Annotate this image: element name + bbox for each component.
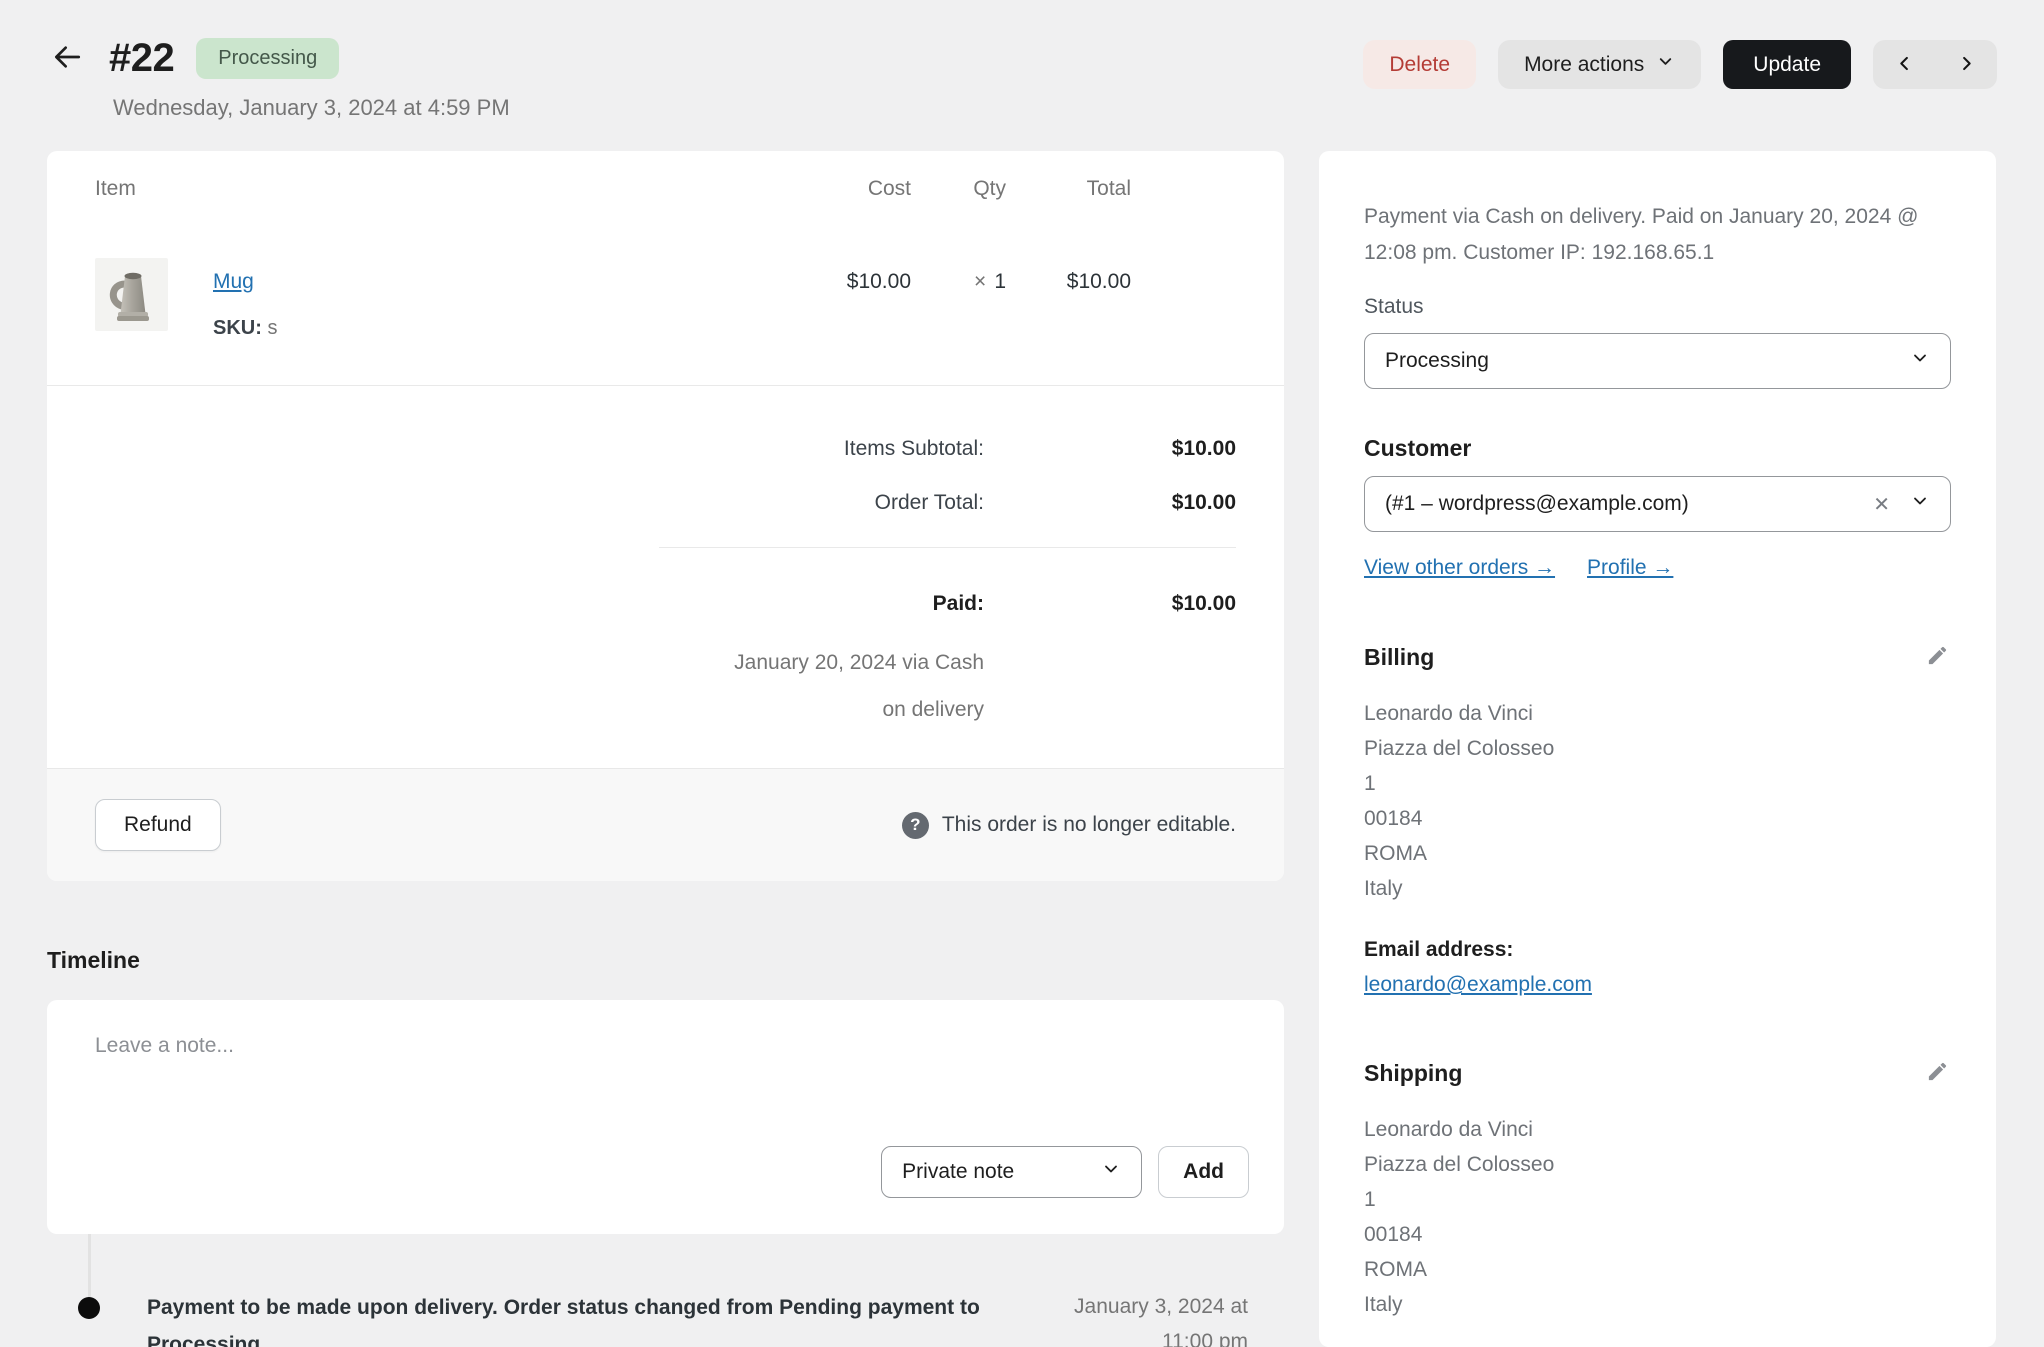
payment-summary: Payment via Cash on delivery. Paid on Ja…	[1364, 199, 1951, 271]
table-row: Mug SKU: s $10.00 ×1 $10.00	[47, 258, 1284, 340]
product-name-link[interactable]: Mug	[213, 270, 254, 293]
line-items-card: Item Cost Qty Total	[47, 151, 1284, 881]
order-totals: Items Subtotal: $10.00 Order Total: $10.…	[47, 422, 1284, 733]
page-title: #22	[109, 36, 174, 81]
edit-shipping-button[interactable]	[1924, 1058, 1951, 1088]
order-main-column: Item Cost Qty Total	[47, 151, 1284, 1347]
order-locked-note: ? This order is no longer editable.	[902, 812, 1236, 839]
timeline-heading: Timeline	[47, 947, 1284, 974]
update-button[interactable]: Update	[1723, 40, 1851, 89]
subtotal-row: Items Subtotal: $10.00	[95, 422, 1236, 476]
order-edit-page: #22 Processing Wednesday, January 3, 202…	[0, 0, 2044, 1347]
customer-select[interactable]: (#1 – wordpress@example.com) ✕	[1364, 476, 1951, 532]
order-sidebar: Payment via Cash on delivery. Paid on Ja…	[1319, 151, 1996, 1347]
shipping-heading: Shipping	[1364, 1060, 1462, 1087]
product-image	[95, 258, 168, 331]
column-header-cost: Cost	[771, 177, 911, 201]
order-status-value: Processing	[1385, 349, 1489, 373]
item-quantity: ×1	[911, 258, 1006, 294]
view-other-orders-link[interactable]: View other orders →	[1364, 556, 1555, 580]
add-note-button[interactable]: Add	[1158, 1146, 1249, 1198]
note-type-value: Private note	[902, 1160, 1014, 1184]
order-status-select[interactable]: Processing	[1364, 333, 1951, 389]
add-note-card: Private note Add	[47, 1000, 1284, 1234]
chevron-down-icon	[1656, 52, 1675, 77]
more-actions-button[interactable]: More actions	[1498, 40, 1701, 89]
customer-email-link[interactable]: leonardo@example.com	[1364, 973, 1592, 996]
column-header-qty: Qty	[911, 177, 1006, 201]
items-divider	[47, 385, 1284, 386]
previous-order-button[interactable]	[1873, 40, 1935, 89]
header-actions: Delete More actions Update	[1363, 36, 1997, 89]
note-input[interactable]	[95, 1034, 1249, 1098]
status-badge: Processing	[196, 38, 339, 79]
order-date: Wednesday, January 3, 2024 at 4:59 PM	[113, 95, 510, 121]
next-order-button[interactable]	[1935, 40, 1997, 89]
status-label: Status	[1364, 295, 1951, 319]
customer-value: (#1 – wordpress@example.com)	[1385, 492, 1689, 516]
clear-icon[interactable]: ✕	[1873, 492, 1890, 517]
chevron-down-icon	[1910, 491, 1930, 517]
pencil-icon	[1926, 655, 1949, 670]
paid-divider	[659, 547, 1236, 548]
header-bar: #22 Processing Wednesday, January 3, 202…	[47, 0, 1997, 121]
delete-button[interactable]: Delete	[1363, 40, 1476, 89]
chevron-down-icon	[1101, 1159, 1121, 1185]
back-button[interactable]	[47, 39, 87, 79]
timeline-entry: Payment to be made upon delivery. Order …	[47, 1234, 1284, 1347]
shipping-address: Leonardo da Vinci Piazza del Colosseo 1 …	[1364, 1112, 1951, 1322]
column-header-item: Item	[95, 177, 771, 201]
item-cost: $10.00	[771, 258, 911, 294]
chevron-right-icon	[1957, 54, 1976, 76]
help-icon: ?	[902, 812, 929, 839]
item-total: $10.00	[1006, 258, 1131, 294]
timeline-entry-text: Payment to be made upon delivery. Order …	[147, 1289, 1027, 1347]
column-header-total: Total	[1006, 177, 1131, 201]
times-glyph: ×	[974, 270, 986, 293]
header-title-block: #22 Processing Wednesday, January 3, 202…	[47, 36, 510, 121]
paid-row: Paid: $10.00	[95, 577, 1236, 631]
note-type-select[interactable]: Private note	[881, 1146, 1142, 1198]
refund-button[interactable]: Refund	[95, 799, 221, 851]
product-sku: SKU: s	[213, 317, 277, 340]
edit-billing-button[interactable]	[1924, 642, 1951, 672]
timeline-entry-date: January 3, 2024 at 11:00 pm	[1074, 1289, 1248, 1347]
pencil-icon	[1926, 1071, 1949, 1086]
timeline-bullet-icon	[78, 1297, 100, 1319]
items-card-footer: Refund ? This order is no longer editabl…	[47, 768, 1284, 881]
more-actions-label: More actions	[1524, 53, 1644, 77]
billing-heading: Billing	[1364, 644, 1434, 671]
billing-address: Leonardo da Vinci Piazza del Colosseo 1 …	[1364, 696, 1951, 906]
order-total-row: Order Total: $10.00	[95, 476, 1236, 530]
order-nav-pill	[1873, 40, 1997, 89]
chevron-left-icon	[1895, 54, 1914, 76]
back-arrow-icon	[51, 41, 83, 76]
items-table-header: Item Cost Qty Total	[47, 177, 1284, 201]
email-label: Email address:	[1364, 932, 1951, 967]
customer-heading: Customer	[1364, 435, 1951, 462]
chevron-down-icon	[1910, 348, 1930, 374]
profile-link[interactable]: Profile →	[1587, 556, 1673, 580]
paid-date-note: January 20, 2024 via Cash on delivery	[95, 639, 984, 733]
